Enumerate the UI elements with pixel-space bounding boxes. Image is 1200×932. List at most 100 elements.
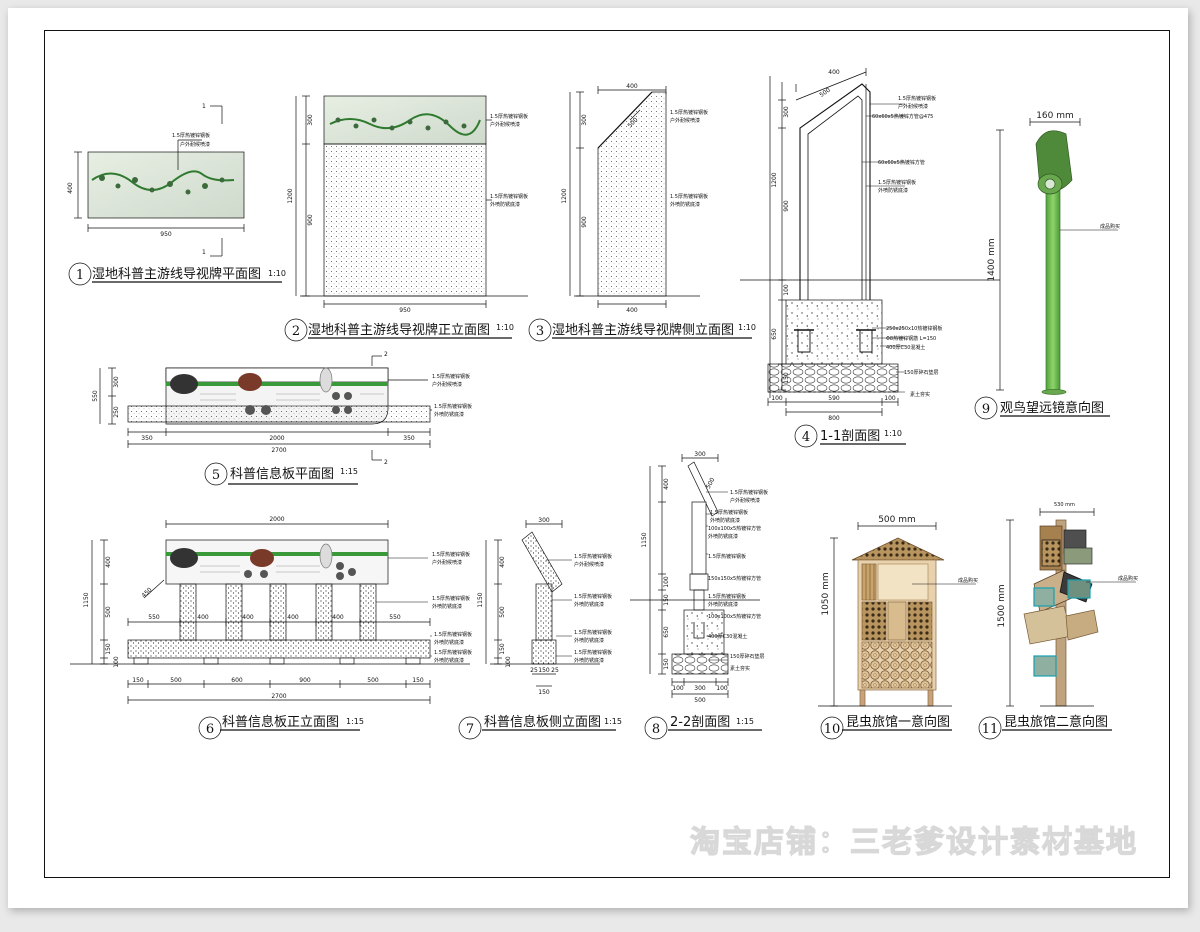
d8-note-k: 100x100x5热镀锌方管	[708, 613, 761, 620]
d6-b1: 150	[132, 677, 144, 684]
d6-g2: 400	[197, 614, 209, 621]
d6-b6: 150	[412, 677, 424, 684]
d6-top: 2000	[269, 516, 284, 523]
d8-note-a: 1.5厚热镀锌钢板	[730, 489, 768, 496]
d5-wtot: 2700	[271, 447, 286, 454]
d6-b5: 500	[367, 677, 379, 684]
d8-note-f: 外喷防锈底漆	[708, 533, 738, 540]
d8-note-j: 外喷防锈底漆	[708, 601, 738, 608]
drawing-2-number: 2	[292, 324, 300, 339]
d1-note-a: 1.5厚热镀锌钢板	[172, 132, 210, 139]
telescope-width-label: 160 mm	[1036, 111, 1074, 121]
d7-h2: 500	[499, 606, 506, 618]
d2-h2: 900	[307, 214, 314, 226]
d2-h1: 300	[307, 114, 314, 126]
d4-w2: 590	[828, 395, 840, 402]
drawing-1-scale: 1:10	[268, 269, 286, 278]
d2-note-d: 外喷防锈底漆	[490, 201, 520, 208]
d6-g6: 550	[389, 614, 401, 621]
drawing-4-scale: 1:10	[884, 429, 902, 438]
d7-note-a: 1.5厚热镀锌钢板	[574, 553, 612, 560]
d7-note-e: 1.5厚热镀锌钢板	[574, 629, 612, 636]
hotel1-note: 成品购买	[958, 577, 978, 584]
drawing-3-scale: 1:10	[738, 323, 756, 332]
drawing-6-info-board-front	[70, 520, 470, 731]
d4-b1: 100	[783, 284, 790, 296]
drawing-6-title: 科普信息板正立面图	[222, 714, 339, 730]
d4-note-h: Φ8热镀锌钢筋 L=150	[886, 335, 936, 342]
d4-note-g: 250x250x10热镀锌钢板	[886, 325, 942, 332]
d6-note-b: 户外耐候喷漆	[432, 559, 462, 566]
d4-note-e: 1.5厚热镀锌钢板	[878, 179, 916, 186]
drawing-5-title: 科普信息板平面图	[230, 466, 334, 482]
drawing-2-front-elevation	[295, 95, 528, 339]
drawing-2-scale: 1:10	[496, 323, 514, 332]
d8-wtot: 500	[694, 697, 706, 704]
hotel1-height-label: 1050 mm	[821, 572, 831, 615]
d5-note-d: 外喷防锈底漆	[434, 411, 464, 418]
d6-wtot: 2700	[271, 693, 286, 700]
d8-note-e: 100x100x5热镀锌方管	[708, 525, 761, 532]
d4-note-b: 户外耐候喷漆	[898, 103, 928, 110]
d4-h1: 300	[783, 106, 790, 118]
drawing-11-title: 昆虫旅馆二意向图	[1004, 714, 1108, 730]
drawing-2-title: 湿地科普主游线导视牌正立面图	[308, 322, 490, 338]
d2-note-b: 户外耐候喷漆	[490, 121, 520, 128]
drawing-10-title: 昆虫旅馆一意向图	[846, 714, 950, 730]
d3-note-a: 1.5厚热镀锌钢板	[670, 109, 708, 116]
d4-top: 400	[828, 69, 840, 76]
d4-note-f: 外喷防锈底漆	[878, 187, 908, 194]
section-mark-1-bottom: 1	[202, 249, 206, 256]
d1-height: 400	[67, 182, 74, 194]
d8-note-i: 1.5厚热镀锌钢板	[708, 593, 746, 600]
d7-note-g: 1.5厚热镀锌钢板	[574, 649, 612, 656]
d3-top: 400	[626, 83, 638, 90]
d4-w3: 100	[884, 395, 896, 402]
hotel2-height-label: 1500 mm	[997, 584, 1007, 627]
drawing-8-title: 2-2剖面图	[670, 715, 730, 730]
drawing-11-number: 11	[982, 722, 999, 737]
d4-note-j: 150厚碎石垫层	[904, 369, 939, 376]
drawing-5-scale: 1:15	[340, 467, 358, 476]
d5-w1: 350	[141, 435, 153, 442]
drawing-6-number: 6	[206, 722, 214, 737]
d8-h6: 150	[663, 658, 670, 670]
d6-b2: 500	[170, 677, 182, 684]
d4-h3: 1200	[771, 172, 778, 187]
d6-angle: 450	[140, 586, 153, 599]
d1-note-b: 户外耐候喷漆	[180, 141, 210, 148]
d6-note-c: 1.5厚热镀锌钢板	[432, 595, 470, 602]
d5-w2: 2000	[269, 435, 284, 442]
telescope-height-label: 1400 mm	[987, 238, 997, 281]
d7-b4: 150	[538, 689, 550, 696]
shop-watermark: 淘宝店铺：三老爹设计素材基地	[690, 825, 1138, 860]
d2-note-a: 1.5厚热镀锌钢板	[490, 113, 528, 120]
drawing-5-info-board-plan	[99, 355, 432, 485]
d5-dtot: 550	[92, 390, 99, 402]
drawing-1-title: 湿地科普主游线导视牌平面图	[92, 266, 261, 282]
drawing-5-number: 5	[212, 468, 220, 483]
d6-g5: 400	[332, 614, 344, 621]
d4-note-c: 60x60x5热镀锌方管@475	[872, 113, 933, 120]
d5-w3: 350	[403, 435, 415, 442]
d4-note-d: 60x60x5热镀锌方管	[878, 159, 925, 166]
drawing-9-telescope	[996, 118, 1118, 417]
drawing-7-info-board-side	[482, 520, 616, 731]
d7-note-f: 外喷防锈底漆	[574, 637, 604, 644]
d7-note-d: 外喷防锈底漆	[574, 601, 604, 608]
d8-h5: 650	[663, 626, 670, 638]
d8-note-g: 1.5厚热镀锌钢板	[708, 553, 746, 560]
d7-h5: 100	[505, 656, 512, 668]
hotel1-width-label: 500 mm	[878, 515, 916, 525]
drawing-7-scale: 1:15	[604, 717, 622, 726]
drawing-8-number: 8	[652, 722, 660, 737]
d6-b3: 600	[231, 677, 243, 684]
drawing-3-title: 湿地科普主游线导视牌侧立面图	[552, 322, 734, 338]
drawing-3-number: 3	[536, 324, 544, 339]
d7-note-h: 外喷防锈底漆	[574, 657, 604, 664]
d7-h1: 400	[499, 556, 506, 568]
hotel2-note: 成品购买	[1118, 575, 1138, 582]
d7-b3: 25	[551, 667, 559, 674]
d1-width: 950	[160, 231, 172, 238]
drawing-9-number: 9	[982, 402, 990, 417]
